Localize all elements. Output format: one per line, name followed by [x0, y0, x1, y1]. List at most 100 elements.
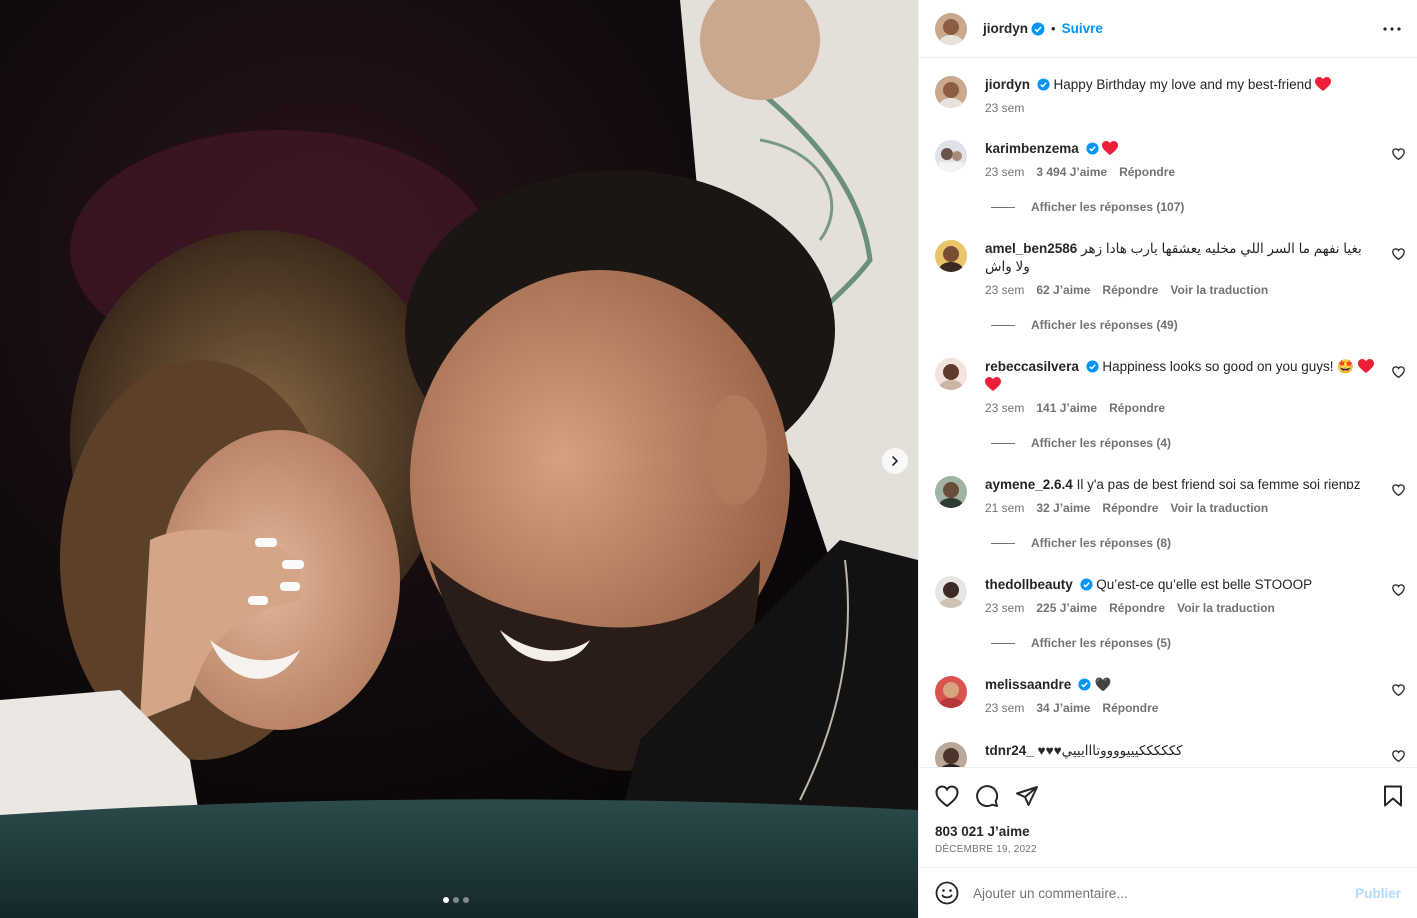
avatar[interactable] [935, 76, 967, 108]
like-button[interactable] [935, 785, 959, 807]
post-modal: jiordyn • Suivre jiordyn Happy Birthday … [0, 0, 1417, 918]
avatar[interactable] [935, 476, 967, 508]
save-button[interactable] [1383, 785, 1403, 807]
like-comment-heart-icon[interactable] [1392, 484, 1405, 496]
avatar[interactable] [935, 12, 967, 45]
post-media[interactable] [0, 0, 918, 918]
comment-time: 23 sem [985, 165, 1025, 179]
post-date: DÉCEMBRE 19, 2022 [935, 844, 1037, 855]
comment-username[interactable]: melissaandre [985, 677, 1071, 692]
comments-list[interactable]: jiordyn Happy Birthday my love and my be… [919, 58, 1417, 767]
caption-time: 23 sem [985, 101, 1025, 115]
reply-button[interactable]: Répondre [1109, 600, 1165, 616]
view-replies-button[interactable]: Afficher les réponses (107) [991, 200, 1184, 214]
share-button[interactable] [1015, 785, 1039, 807]
comment-likes[interactable]: 225 J’aime [1036, 600, 1097, 616]
reply-button[interactable]: Répondre [1109, 400, 1165, 416]
view-replies-label: Afficher les réponses (49) [1031, 318, 1178, 332]
carousel-dot [453, 897, 459, 903]
comment-likes[interactable]: 141 J’aime [1036, 400, 1097, 416]
comment-button[interactable] [975, 784, 999, 808]
comment-username[interactable]: karimbenzema [985, 141, 1079, 156]
red-heart-emoji-icon [1102, 141, 1119, 155]
verified-badge-icon [1079, 578, 1093, 591]
view-replies-button[interactable]: Afficher les réponses (8) [991, 536, 1171, 550]
avatar[interactable] [935, 742, 967, 767]
publish-button[interactable]: Publier [1355, 886, 1401, 901]
comment-likes[interactable]: 34 J’aime [1036, 700, 1090, 716]
post-header: jiordyn • Suivre [919, 0, 1417, 58]
comment-username[interactable]: rebeccasilvera [985, 359, 1079, 374]
view-replies-button[interactable]: Afficher les réponses (5) [991, 636, 1171, 650]
carousel-dot [443, 897, 449, 903]
avatar[interactable] [935, 240, 967, 272]
reply-button[interactable]: Répondre [1119, 164, 1175, 180]
add-comment-bar: Publier [919, 867, 1417, 918]
view-replies-button[interactable]: Afficher les réponses (49) [991, 318, 1178, 332]
more-options-icon [1383, 26, 1401, 31]
comment-text: Happiness looks so good on you guys! 🤩 [1102, 359, 1355, 374]
caption-username[interactable]: jiordyn [985, 77, 1030, 92]
replies-line [991, 442, 1015, 444]
verified-badge-icon [1037, 78, 1050, 91]
replies-line [991, 206, 1015, 208]
heart-icon [935, 785, 959, 807]
like-comment-heart-icon[interactable] [1392, 684, 1405, 696]
comment-time: 23 sem [985, 401, 1025, 415]
see-translation-button[interactable]: Voir la traduction [1177, 600, 1275, 616]
comment-text: ♥♥♥ككككككيييووووتااايييي [1037, 743, 1183, 758]
comment-time: 21 sem [985, 501, 1025, 515]
action-bar [935, 782, 1403, 810]
avatar[interactable] [935, 576, 967, 608]
red-heart-emoji-icon [1357, 359, 1374, 373]
like-comment-heart-icon[interactable] [1392, 248, 1405, 260]
post-side-panel: jiordyn • Suivre jiordyn Happy Birthday … [918, 0, 1417, 918]
like-comment-heart-icon[interactable] [1392, 148, 1405, 160]
replies-line [991, 324, 1015, 326]
see-translation-button[interactable]: Voir la traduction [1170, 500, 1268, 516]
chevron-right-icon [892, 456, 898, 466]
verified-badge-icon [1078, 678, 1091, 691]
reply-button[interactable]: Répondre [1102, 500, 1158, 516]
comment-likes[interactable]: 3 494 J’aime [1036, 164, 1107, 180]
view-replies-label: Afficher les réponses (107) [1031, 200, 1185, 214]
view-replies-button[interactable]: Afficher les réponses (4) [991, 436, 1171, 450]
comment-username[interactable]: amel_ben2586 [985, 241, 1077, 256]
reply-button[interactable]: Répondre [1102, 700, 1158, 716]
next-photo-button[interactable] [882, 448, 908, 474]
follow-button[interactable]: Suivre [1062, 21, 1103, 36]
like-comment-heart-icon[interactable] [1392, 584, 1405, 596]
reply-button[interactable]: Répondre [1102, 282, 1158, 298]
separator: • [1051, 21, 1056, 36]
carousel-dot [463, 897, 469, 903]
red-heart-emoji-icon [985, 377, 1001, 391]
like-comment-heart-icon[interactable] [1392, 366, 1405, 378]
like-comment-heart-icon[interactable] [1392, 750, 1405, 762]
author-username[interactable]: jiordyn [983, 21, 1028, 36]
see-translation-button[interactable]: Voir la traduction [1170, 282, 1268, 298]
replies-line [991, 542, 1015, 544]
avatar[interactable] [935, 676, 967, 708]
comment-icon [976, 785, 999, 808]
comment-likes[interactable]: 62 J’aime [1036, 282, 1090, 298]
replies-line [991, 642, 1015, 644]
comment-username[interactable]: thedollbeauty [985, 577, 1073, 592]
verified-badge-icon [1086, 142, 1099, 155]
post-likes-count[interactable]: 803 021 J’aime [935, 824, 1030, 839]
avatar[interactable] [935, 140, 967, 172]
comment-text: 🖤 [1094, 677, 1112, 692]
carousel-indicator [443, 897, 469, 903]
comment-username[interactable]: aymene_2.6.4 [985, 477, 1073, 492]
comment-input[interactable] [973, 885, 1356, 901]
view-replies-label: Afficher les réponses (8) [1031, 536, 1172, 550]
comment-time: 23 sem [985, 283, 1025, 297]
avatar[interactable] [935, 358, 967, 390]
caption-text: Happy Birthday my love and my best-frien… [1053, 77, 1312, 92]
emoji-picker-button[interactable] [935, 881, 959, 905]
post-actions: 803 021 J’aime DÉCEMBRE 19, 2022 [919, 767, 1417, 867]
comment-username[interactable]: tdnr24_ [985, 743, 1034, 758]
comment-time: 23 sem [985, 601, 1025, 615]
comment-time: 23 sem [985, 701, 1025, 715]
comment-likes[interactable]: 32 J’aime [1036, 500, 1090, 516]
more-options-button[interactable] [1383, 26, 1401, 31]
